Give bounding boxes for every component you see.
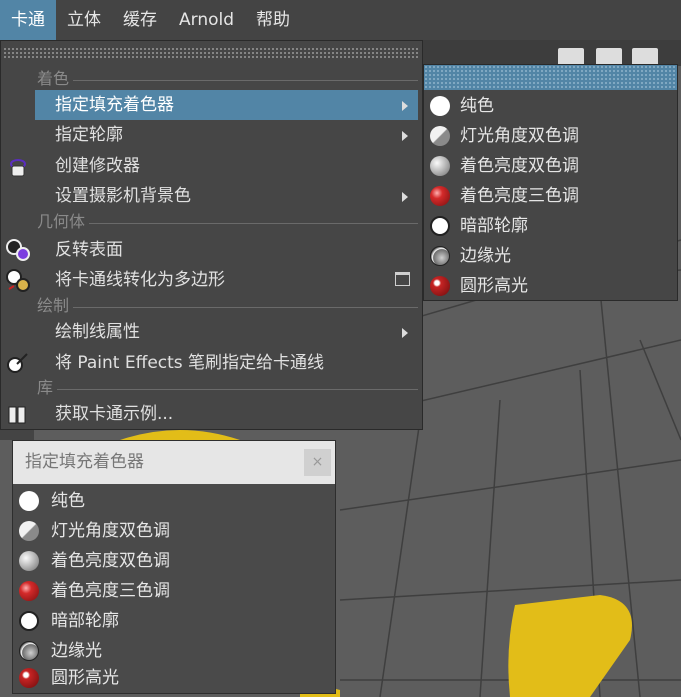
fill-shader-submenu: 纯色 灯光角度双色调 着色亮度双色调 着色亮度三色调 暗部轮廓 边缘光 圆形高光 bbox=[423, 64, 678, 301]
submenu-item-shaded-three-tone[interactable]: 着色亮度三色调 bbox=[424, 181, 677, 211]
panel-item-circle-highlights[interactable]: 圆形高光 bbox=[13, 663, 335, 693]
reverse-surfaces-item[interactable]: 反转表面 bbox=[35, 235, 418, 265]
circle-highlights-icon bbox=[19, 668, 39, 688]
submenu-item-solid-color[interactable]: 纯色 bbox=[424, 91, 677, 121]
section-shading: 着色 bbox=[37, 69, 422, 89]
get-toon-example-item[interactable]: 获取卡通示例... bbox=[35, 399, 418, 429]
menu-cache[interactable]: 缓存 bbox=[112, 0, 168, 40]
dark-profile-icon bbox=[19, 611, 39, 631]
paint-brush-icon bbox=[7, 353, 28, 373]
panel-item-shaded-three-tone[interactable]: 着色亮度三色调 bbox=[13, 576, 335, 606]
tearoff-handle[interactable] bbox=[3, 47, 420, 59]
panel-item-shaded-two-tone[interactable]: 着色亮度双色调 bbox=[13, 546, 335, 576]
solid-color-shader-icon bbox=[19, 491, 39, 511]
menu-help[interactable]: 帮助 bbox=[245, 0, 301, 40]
menu-stereo[interactable]: 立体 bbox=[56, 0, 112, 40]
fill-shader-panel: 指定填充着色器 × 纯色 灯光角度双色调 着色亮度双色调 着色亮度三色调 暗部轮… bbox=[12, 440, 336, 694]
create-modifier-item[interactable]: 创建修改器 bbox=[35, 151, 418, 181]
solid-color-shader-icon bbox=[430, 96, 450, 116]
close-icon[interactable]: × bbox=[304, 449, 331, 476]
panel-item-light-angle-two-tone[interactable]: 灯光角度双色调 bbox=[13, 516, 335, 546]
submenu-tearoff-handle[interactable] bbox=[424, 65, 677, 90]
submenu-item-circle-highlights[interactable]: 圆形高光 bbox=[424, 271, 677, 301]
menu-toon[interactable]: 卡通 bbox=[0, 0, 56, 40]
assign-paint-effects-brush-item[interactable]: 将 Paint Effects 笔刷指定给卡通线 bbox=[35, 348, 418, 378]
shaded-brightness-two-tone-icon bbox=[430, 156, 450, 176]
assign-fill-shader-item[interactable]: 指定填充着色器 bbox=[35, 90, 418, 120]
section-library: 库 bbox=[37, 378, 422, 398]
section-paint: 绘制 bbox=[37, 296, 422, 316]
submenu-arrow-icon bbox=[402, 328, 408, 338]
toon-menu: 着色 指定填充着色器 指定轮廓 创建修改器 设置摄影机背景色 几何体 反转表面 … bbox=[0, 40, 423, 430]
menu-arnold[interactable]: Arnold bbox=[168, 0, 245, 40]
reverse-surfaces-icon bbox=[6, 239, 30, 261]
light-angle-two-tone-icon bbox=[430, 126, 450, 146]
circle-highlights-icon bbox=[430, 276, 450, 296]
rim-light-icon bbox=[19, 641, 39, 661]
set-camera-bg-color-item[interactable]: 设置摄影机背景色 bbox=[35, 181, 418, 211]
toon-to-polygons-item[interactable]: 将卡通线转化为多边形 bbox=[35, 265, 418, 295]
submenu-arrow-icon bbox=[402, 101, 408, 111]
option-box-icon[interactable] bbox=[395, 272, 410, 286]
submenu-item-light-angle-two-tone[interactable]: 灯光角度双色调 bbox=[424, 121, 677, 151]
shaded-brightness-three-tone-icon bbox=[19, 581, 39, 601]
light-angle-two-tone-icon bbox=[19, 521, 39, 541]
paint-line-attributes-item[interactable]: 绘制线属性 bbox=[35, 317, 418, 347]
submenu-item-dark-profile[interactable]: 暗部轮廓 bbox=[424, 211, 677, 241]
shaded-brightness-two-tone-icon bbox=[19, 551, 39, 571]
dark-profile-icon bbox=[430, 216, 450, 236]
section-geometry: 几何体 bbox=[37, 212, 422, 232]
rim-light-icon bbox=[430, 246, 450, 266]
panel-item-rim-light[interactable]: 边缘光 bbox=[13, 636, 335, 666]
assign-outline-item[interactable]: 指定轮廓 bbox=[35, 120, 418, 150]
shaded-brightness-three-tone-icon bbox=[430, 186, 450, 206]
panel-item-solid-color[interactable]: 纯色 bbox=[13, 486, 335, 516]
submenu-item-shaded-two-tone[interactable]: 着色亮度双色调 bbox=[424, 151, 677, 181]
submenu-arrow-icon bbox=[402, 131, 408, 141]
panel-title-bar[interactable]: 指定填充着色器 × bbox=[13, 441, 335, 484]
panel-item-dark-profile[interactable]: 暗部轮廓 bbox=[13, 606, 335, 636]
shelf-strip bbox=[420, 40, 681, 66]
library-icon bbox=[8, 406, 26, 424]
menubar: 卡通 立体 缓存 Arnold 帮助 bbox=[0, 0, 681, 40]
submenu-arrow-icon bbox=[402, 192, 408, 202]
modifier-icon bbox=[10, 159, 26, 177]
panel-title: 指定填充着色器 bbox=[25, 452, 144, 472]
submenu-item-rim-light[interactable]: 边缘光 bbox=[424, 241, 677, 271]
toon-to-polygons-icon bbox=[6, 269, 30, 292]
